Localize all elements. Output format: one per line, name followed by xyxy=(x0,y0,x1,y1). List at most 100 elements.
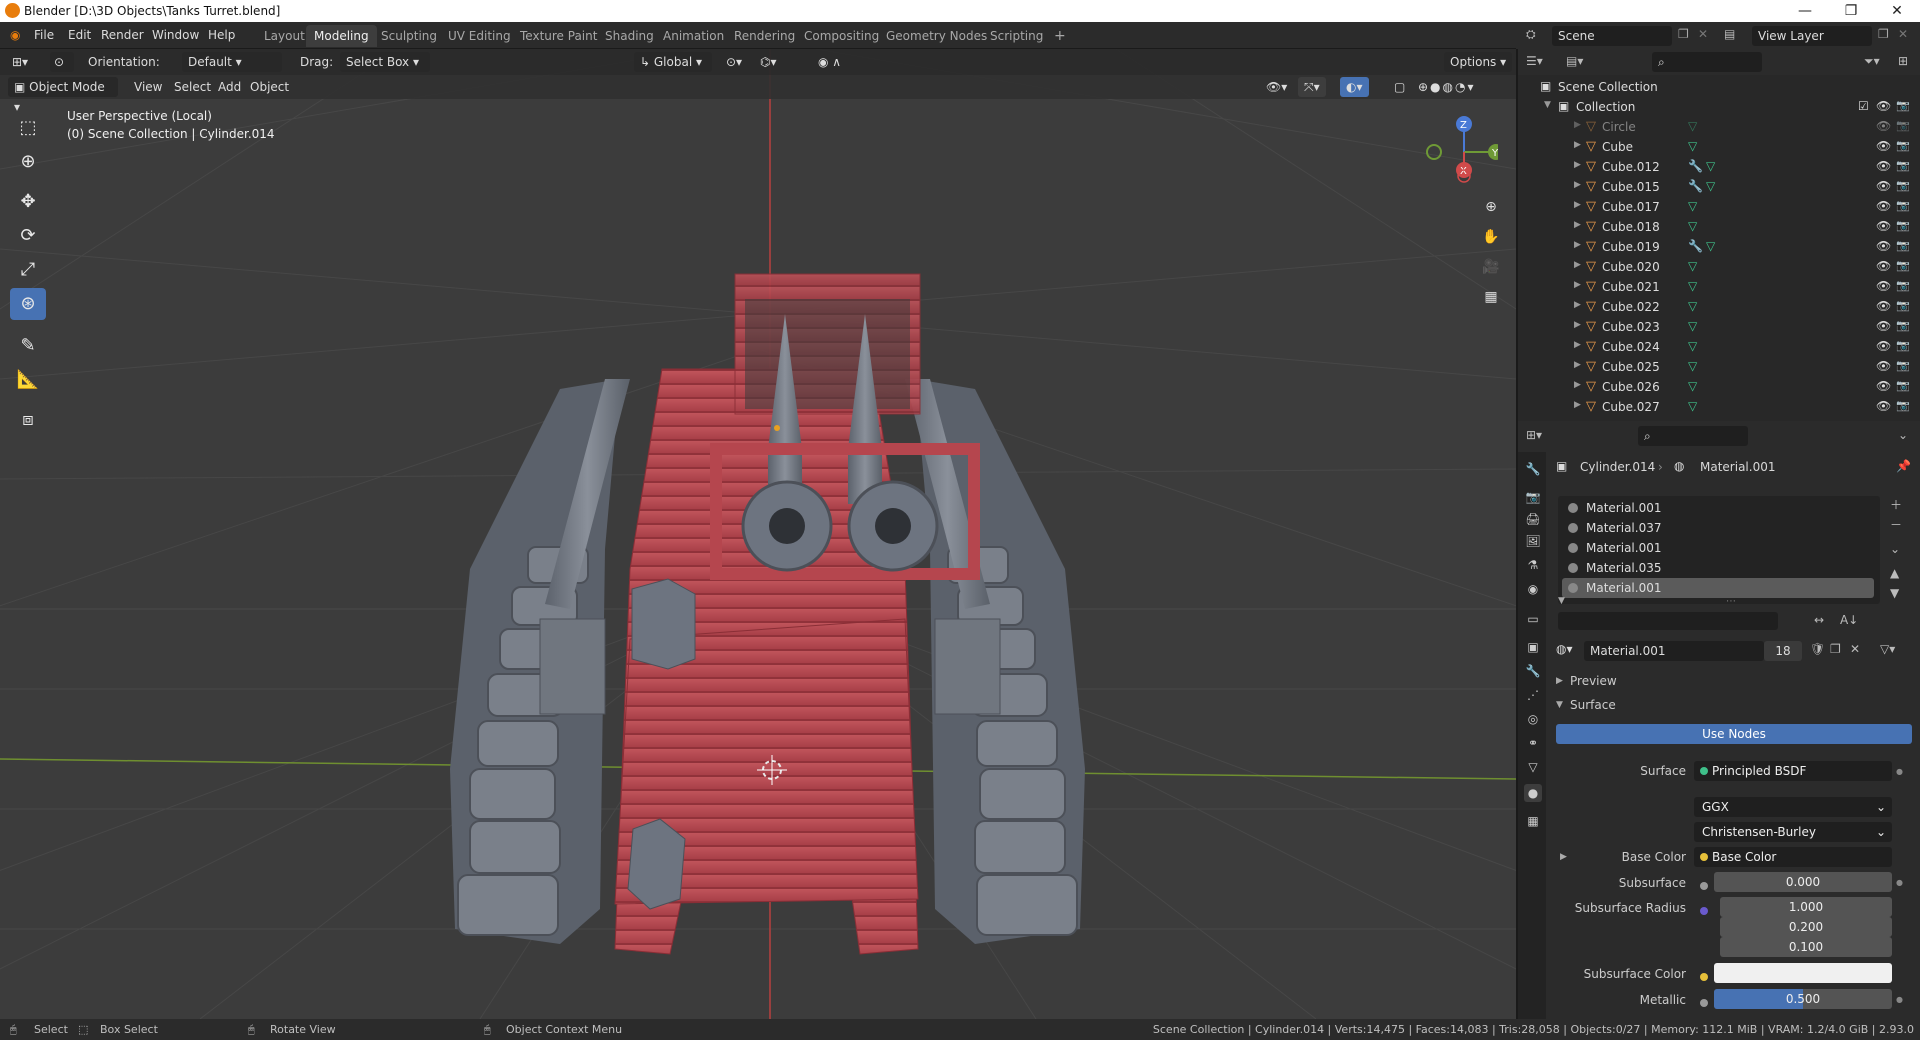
expand-icon[interactable]: ▶ xyxy=(1574,240,1581,250)
delete-view-layer-icon[interactable]: ✕ xyxy=(1898,27,1908,41)
material-browse-icon[interactable]: ◍▾ xyxy=(1556,642,1573,656)
orientation-dropdown[interactable]: Default ▾ xyxy=(182,52,282,72)
zoom-icon[interactable]: ⊕ xyxy=(1478,194,1504,220)
tab-scripting[interactable]: Scripting xyxy=(982,25,1051,47)
outliner-item[interactable]: ▶ ▽ Cube.026 ▽ 👁 📷 xyxy=(1518,377,1920,397)
camera-view-icon[interactable]: 🎥 xyxy=(1478,254,1504,280)
outliner-item[interactable]: ▶ ▽ Cube.022 ▽ 👁 📷 xyxy=(1518,297,1920,317)
camera-icon[interactable]: 📷 xyxy=(1896,339,1910,352)
tab-uv-editing[interactable]: UV Editing xyxy=(440,25,519,47)
shading-mode-icons[interactable]: ⊕●◍◔▾ xyxy=(1412,77,1482,97)
mode-dropdown[interactable]: ▣ Object Mode ▾ xyxy=(8,77,118,114)
move-down-icon[interactable]: ▼ xyxy=(1890,586,1899,600)
scale-tool-icon[interactable]: ⤢ xyxy=(10,254,46,286)
camera-icon[interactable]: 📷 xyxy=(1896,379,1910,392)
active-tool-icon[interactable]: ⊙ xyxy=(50,52,74,72)
tab-texture-paint[interactable]: Texture Paint xyxy=(512,25,605,47)
tab-layout[interactable]: Layout xyxy=(256,25,313,47)
material-slot[interactable]: Material.035 xyxy=(1562,558,1874,578)
material-name-field[interactable]: Material.001 xyxy=(1584,641,1764,661)
camera-icon[interactable]: 📷 xyxy=(1896,139,1910,152)
swap-icon[interactable]: ↔ xyxy=(1814,613,1824,627)
subsurface-color-swatch[interactable] xyxy=(1714,963,1892,983)
expand-icon[interactable]: ▶ xyxy=(1574,260,1581,270)
mesh-data-icon[interactable]: ▽ xyxy=(1688,299,1697,313)
menu-add[interactable]: Add xyxy=(212,77,247,97)
xray-icon[interactable]: ▢ xyxy=(1388,77,1411,97)
move-tool-icon[interactable]: ✥ xyxy=(10,186,46,218)
material-tab-icon[interactable]: ● xyxy=(1524,784,1542,802)
tab-compositing[interactable]: Compositing xyxy=(796,25,887,47)
subsurface-keyframe-dot[interactable]: ● xyxy=(1896,878,1903,887)
snap-icon[interactable]: ⌬▾ xyxy=(754,52,783,72)
link-mode-icon[interactable]: ▽▾ xyxy=(1880,642,1895,656)
list-resize-grip[interactable]: ⋯ xyxy=(1726,596,1736,607)
delete-scene-icon[interactable]: ✕ xyxy=(1698,27,1708,41)
surface-collapse-icon[interactable]: ▼ xyxy=(1556,700,1563,710)
outliner-search-input[interactable]: ⌕ xyxy=(1652,52,1762,72)
camera-icon[interactable]: 📷 xyxy=(1896,179,1910,192)
use-nodes-button[interactable]: Use Nodes xyxy=(1556,724,1912,744)
mesh-data-icon[interactable]: ▽ xyxy=(1706,239,1715,253)
transform-orientation-dropdown[interactable]: ↳ Global ▾ xyxy=(634,52,712,72)
expand-icon[interactable]: ▶ xyxy=(1574,320,1581,330)
mesh-data-icon[interactable]: ▽ xyxy=(1688,399,1697,413)
subsurface-radius-y[interactable]: 0.200 xyxy=(1720,917,1892,937)
outliner-item[interactable]: ▶ ▽ Cube.021 ▽ 👁 📷 xyxy=(1518,277,1920,297)
eye-icon[interactable]: 👁 xyxy=(1876,379,1891,393)
particles-tab-icon[interactable]: ⋰ xyxy=(1524,686,1542,704)
transform-tool-icon[interactable]: ⊛ xyxy=(10,288,46,320)
outliner-item[interactable]: ▶ ▽ Cube.018 ▽ 👁 📷 xyxy=(1518,217,1920,237)
menu-object[interactable]: Object xyxy=(244,77,295,97)
modifier-tab-icon[interactable]: 🔧 xyxy=(1524,662,1542,680)
cursor-tool-icon[interactable]: ⊕ xyxy=(10,146,46,178)
expand-icon[interactable]: ▶ xyxy=(1574,140,1581,150)
remove-slot-icon[interactable]: － xyxy=(1890,516,1902,533)
new-collection-icon[interactable]: ⊞ xyxy=(1898,54,1908,68)
measure-tool-icon[interactable]: 📐 xyxy=(10,364,46,396)
3d-viewport[interactable] xyxy=(0,49,1516,1019)
tab-geometry-nodes[interactable]: Geometry Nodes xyxy=(878,25,995,47)
tab-sculpting[interactable]: Sculpting xyxy=(373,25,445,47)
camera-icon[interactable]: 📷 xyxy=(1896,99,1910,112)
rotate-tool-icon[interactable]: ⟳ xyxy=(10,220,46,252)
expand-icon[interactable]: ▶ xyxy=(1574,400,1581,410)
pan-hand-icon[interactable]: ✋ xyxy=(1478,224,1504,250)
modifier-wrench-icon[interactable]: 🔧 xyxy=(1688,239,1703,253)
eye-icon[interactable]: 👁 xyxy=(1876,159,1891,173)
scene-selector[interactable]: Scene xyxy=(1552,26,1672,46)
subsurface-field[interactable]: 0.000 xyxy=(1714,872,1892,892)
modifier-wrench-icon[interactable]: 🔧 xyxy=(1688,159,1703,173)
eye-icon[interactable]: 👁 xyxy=(1876,319,1891,333)
mesh-data-icon[interactable]: ▽ xyxy=(1688,319,1697,333)
pivot-point-icon[interactable]: ⊙▾ xyxy=(720,52,748,72)
outliner-item[interactable]: ▶ ▽ Cube.015 🔧 ▽ 👁 📷 xyxy=(1518,177,1920,197)
mesh-data-icon[interactable]: ▽ xyxy=(1706,179,1715,193)
expand-icon[interactable]: ▶ xyxy=(1574,160,1581,170)
menu-view[interactable]: View xyxy=(128,77,168,97)
view-layer-tab-icon[interactable]: 🖼 xyxy=(1524,532,1542,550)
menu-render[interactable]: Render xyxy=(101,28,144,42)
tab-modeling[interactable]: Modeling xyxy=(306,25,377,47)
mesh-data-icon[interactable]: ▽ xyxy=(1706,159,1715,173)
eye-icon[interactable]: 👁 xyxy=(1876,299,1891,313)
mesh-data-icon[interactable]: ▽ xyxy=(1688,199,1697,213)
constraints-tab-icon[interactable]: ⚭ xyxy=(1524,734,1542,752)
texture-tab-icon[interactable]: ▦ xyxy=(1524,812,1542,830)
outliner-item[interactable]: ▶ ▽ Cube.017 ▽ 👁 📷 xyxy=(1518,197,1920,217)
expand-icon[interactable]: ▶ xyxy=(1574,120,1581,130)
material-slot[interactable]: Material.001 xyxy=(1562,498,1874,518)
eye-icon[interactable]: 👁 xyxy=(1876,139,1891,153)
camera-icon[interactable]: 📷 xyxy=(1896,159,1910,172)
tab-animation[interactable]: Animation xyxy=(655,25,732,47)
eye-icon[interactable]: 👁 xyxy=(1876,219,1891,233)
camera-icon[interactable]: 📷 xyxy=(1896,199,1910,212)
eye-icon[interactable]: 👁 xyxy=(1876,279,1891,293)
tool-tab-icon[interactable]: 🔧 xyxy=(1524,460,1542,478)
display-mode-icon[interactable]: ▤▾ xyxy=(1566,54,1583,68)
eye-icon[interactable]: 👁 xyxy=(1876,259,1891,273)
eye-icon[interactable]: 👁 xyxy=(1876,359,1891,373)
outliner-item[interactable]: ▶ ▽ Cube.027 ▽ 👁 📷 xyxy=(1518,397,1920,417)
camera-icon[interactable]: 📷 xyxy=(1896,219,1910,232)
mesh-data-icon[interactable]: ▽ xyxy=(1688,119,1697,133)
